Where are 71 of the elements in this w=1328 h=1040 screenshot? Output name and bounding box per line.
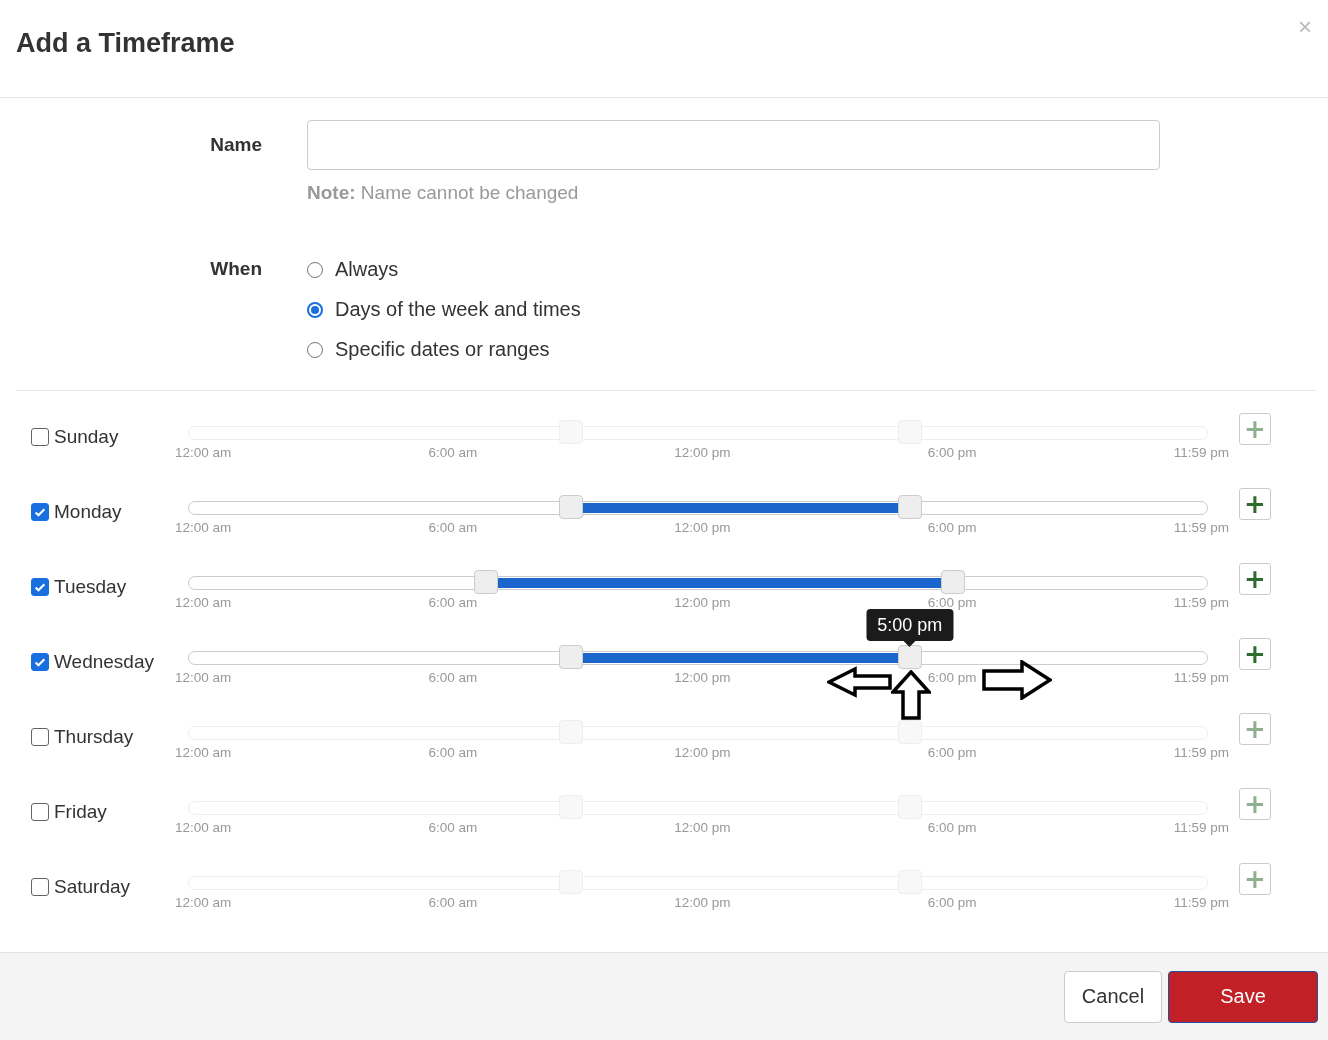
time-tick-label: 12:00 pm bbox=[674, 745, 731, 760]
time-tick-label: 12:00 am bbox=[175, 895, 232, 910]
checkbox[interactable] bbox=[31, 803, 49, 821]
time-tick-label: 6:00 am bbox=[428, 595, 478, 610]
time-tick-label: 6:00 am bbox=[428, 895, 478, 910]
time-tooltip: 5:00 pm bbox=[866, 609, 954, 641]
slider-handle[interactable] bbox=[558, 645, 583, 669]
time-tick-label: 6:00 pm bbox=[927, 445, 977, 460]
day-label[interactable]: Monday bbox=[54, 501, 122, 523]
day-label[interactable]: Wednesday bbox=[54, 651, 154, 673]
time-tick-label: 11:59 pm bbox=[1173, 895, 1229, 910]
time-tick-label: 11:59 pm bbox=[1173, 520, 1229, 535]
time-tick-label: 12:00 pm bbox=[674, 445, 731, 460]
checkbox[interactable] bbox=[31, 503, 49, 521]
name-input-field[interactable] bbox=[307, 120, 1160, 170]
dialog-title: Add a Timeframe bbox=[16, 27, 235, 59]
day-label[interactable]: Friday bbox=[54, 801, 107, 823]
time-tick-label: 6:00 am bbox=[428, 745, 478, 760]
time-tick-label: 12:00 am bbox=[175, 445, 232, 460]
time-tick-label: 12:00 am bbox=[175, 595, 232, 610]
add-time-range-button[interactable]: + bbox=[1239, 563, 1271, 595]
time-tick-label: 6:00 am bbox=[428, 670, 478, 685]
time-tick-label: 12:00 pm bbox=[674, 670, 731, 685]
time-tick-label: 11:59 pm bbox=[1173, 445, 1229, 460]
slider-handle[interactable] bbox=[558, 495, 583, 519]
time-tick-label: 12:00 pm bbox=[674, 895, 731, 910]
slider-handle[interactable] bbox=[940, 570, 965, 594]
checkbox[interactable] bbox=[31, 728, 49, 746]
radio-label[interactable]: Days of the week and times bbox=[335, 298, 581, 321]
time-tick-label: 6:00 am bbox=[428, 820, 478, 835]
time-tick-label: 6:00 pm bbox=[927, 670, 977, 685]
time-tick-label: 12:00 am bbox=[175, 820, 232, 835]
cancel-button[interactable]: Cancel bbox=[1064, 970, 1162, 1023]
time-tick-label: 11:59 pm bbox=[1173, 820, 1229, 835]
add-time-range-button[interactable]: + bbox=[1239, 488, 1271, 520]
slider-handle[interactable] bbox=[897, 645, 922, 669]
slider-handle[interactable] bbox=[474, 570, 499, 594]
checkbox[interactable] bbox=[31, 878, 49, 896]
checkbox[interactable] bbox=[31, 428, 49, 446]
day-label[interactable]: Thursday bbox=[54, 726, 134, 748]
day-label[interactable]: Tuesday bbox=[54, 576, 127, 598]
time-tick-label: 12:00 am bbox=[175, 745, 232, 760]
name-label: Name bbox=[209, 133, 263, 157]
checkbox[interactable] bbox=[31, 653, 49, 671]
radio-label[interactable]: Always bbox=[335, 258, 399, 281]
day-label[interactable]: Saturday bbox=[54, 876, 131, 898]
time-tick-label: 6:00 am bbox=[428, 520, 478, 535]
day-label[interactable]: Sunday bbox=[54, 426, 119, 448]
slider-handle[interactable] bbox=[897, 495, 922, 519]
time-tick-label: 6:00 pm bbox=[927, 895, 977, 910]
add-time-range-button[interactable]: + bbox=[1239, 638, 1271, 670]
time-tick-label: 12:00 pm bbox=[674, 520, 731, 535]
time-tick-label: 6:00 pm bbox=[927, 820, 977, 835]
radio-label[interactable]: Specific dates or ranges bbox=[335, 338, 550, 361]
radio-button[interactable] bbox=[307, 301, 323, 318]
tooltip-pointer-icon bbox=[903, 641, 916, 647]
save-button[interactable]: Save bbox=[1168, 970, 1318, 1023]
time-tick-label: 6:00 pm bbox=[927, 745, 977, 760]
checkbox[interactable] bbox=[31, 578, 49, 596]
time-tick-label: 6:00 am bbox=[428, 445, 478, 460]
time-tick-label: 11:59 pm bbox=[1173, 745, 1229, 760]
time-tick-label: 11:59 pm bbox=[1173, 595, 1229, 610]
time-tick-label: 12:00 am bbox=[175, 670, 232, 685]
time-tick-label: 12:00 am bbox=[175, 520, 232, 535]
time-tick-label: 12:00 pm bbox=[674, 595, 731, 610]
time-tick-label: 11:59 pm bbox=[1173, 670, 1229, 685]
when-label: When bbox=[209, 258, 263, 281]
time-tick-label: 6:00 pm bbox=[927, 520, 977, 535]
time-tick-label: 12:00 pm bbox=[674, 820, 731, 835]
note-text: Note: Name cannot be changed bbox=[307, 182, 580, 204]
time-tick-label: 6:00 pm bbox=[927, 595, 977, 610]
